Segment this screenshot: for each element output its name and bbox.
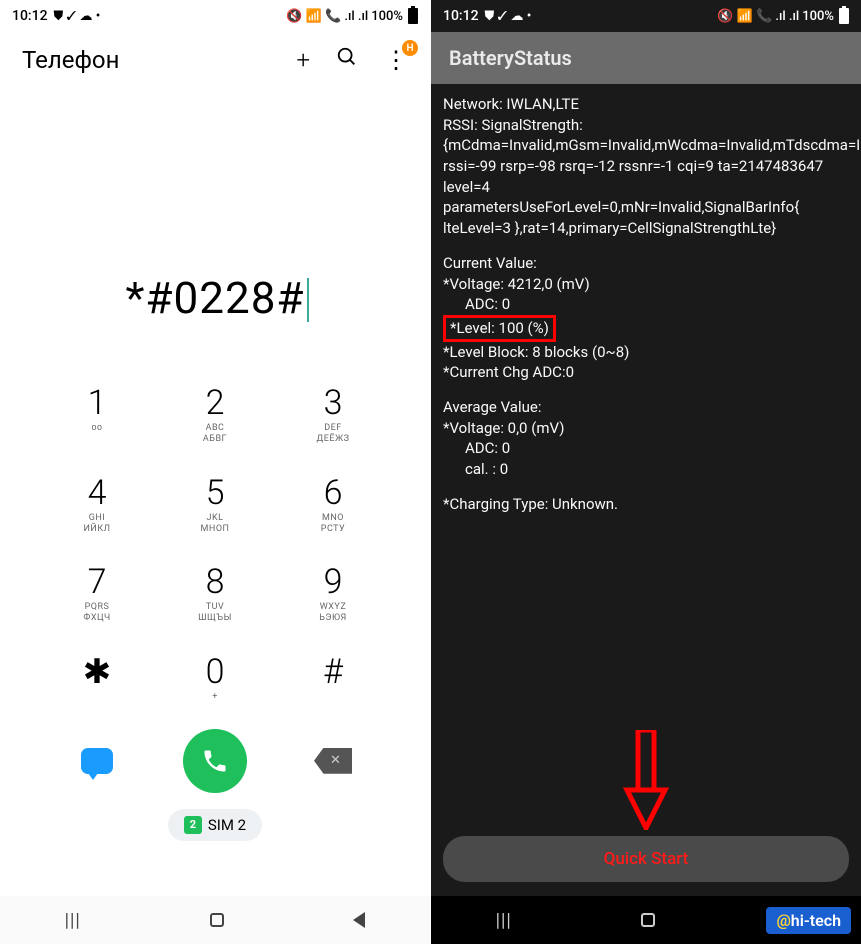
status-battery-pct: 100% — [802, 9, 834, 24]
adc-line: ADC: 0 — [443, 294, 849, 315]
current-value-header: Current Value: — [443, 253, 849, 274]
sim-label: SIM 2 — [208, 816, 246, 834]
nav-back-icon[interactable] — [353, 912, 365, 928]
key-1[interactable]: 1ᴏᴏ — [38, 380, 156, 452]
nav-recent-icon[interactable]: ||| — [65, 910, 81, 931]
chg-adc-line: *Current Chg ADC:0 — [443, 362, 849, 383]
phone-dialer-screen: 10:12 ⛊ ✓ ☁ • 🔇 📶 📞 .ıl .ıl 100% Телефон… — [0, 0, 430, 944]
status-battery-pct: 100% — [371, 9, 403, 24]
call-button[interactable] — [183, 729, 247, 793]
charging-type-line: *Charging Type: Unknown. — [443, 494, 849, 515]
key-7[interactable]: 7PQRS ФХЦЧ — [38, 559, 156, 631]
average-value-header: Average Value: — [443, 397, 849, 418]
status-bar: 10:12 ⛊ ✓ ☁ • 🔇 📶 📞 .ıl .ıl 100% — [431, 0, 861, 32]
message-icon[interactable] — [81, 748, 113, 774]
nav-home-icon[interactable] — [641, 913, 655, 927]
network-line: Network: IWLAN,LTE — [443, 94, 849, 115]
key-6[interactable]: 6MNO РСТУ — [274, 470, 392, 542]
screen-title: BatteryStatus — [431, 32, 861, 84]
annotation-arrow-icon — [623, 730, 669, 834]
avg-adc-line: ADC: 0 — [443, 438, 849, 459]
battery-status-screen: 10:12 ⛊ ✓ ☁ • 🔇 📶 📞 .ıl .ıl 100% Battery… — [431, 0, 861, 944]
app-header: Телефон + ⋮ H — [0, 32, 430, 82]
key-0[interactable]: 0+ — [156, 649, 274, 709]
dialed-number[interactable]: *#0228# — [125, 272, 304, 324]
level-line-highlighted: *Level: 100 (%) — [443, 315, 556, 342]
watermark: @hi-tech — [766, 907, 851, 934]
sim-selector[interactable]: 2 SIM 2 — [168, 809, 262, 841]
key-4[interactable]: 4GHI ИЙКЛ — [38, 470, 156, 542]
battery-info-text: Network: IWLAN,LTE RSSI: SignalStrength:… — [431, 84, 861, 524]
more-icon[interactable]: ⋮ H — [384, 46, 408, 74]
nav-bar: ||| — [0, 896, 430, 944]
status-icons-right: 🔇 📶 📞 .ıl .ıl — [717, 9, 799, 24]
voltage-line: *Voltage: 4212,0 (mV) — [443, 274, 849, 295]
sim-badge: 2 — [184, 816, 202, 834]
quick-start-button[interactable]: Quick Start — [443, 836, 849, 882]
search-icon[interactable] — [336, 46, 358, 74]
battery-icon — [408, 8, 418, 24]
status-icons-right: 🔇 📶 📞 .ıl .ıl — [286, 9, 368, 24]
key-2[interactable]: 2ABC АБВГ — [156, 380, 274, 452]
level-block-line: *Level Block: 8 blocks (0~8) — [443, 342, 849, 363]
key-8[interactable]: 8TUV ШЩЪЫ — [156, 559, 274, 631]
key-3[interactable]: 3DEF ДЕЁЖЗ — [274, 380, 392, 452]
status-time: 10:12 — [12, 8, 48, 24]
backspace-icon[interactable] — [314, 748, 352, 774]
avg-voltage-line: *Voltage: 0,0 (mV) — [443, 418, 849, 439]
status-icons-left: ⛊ ✓ ☁ • — [54, 9, 101, 24]
battery-icon — [839, 8, 849, 24]
nav-recent-icon[interactable]: ||| — [496, 910, 512, 931]
dial-keypad: 1ᴏᴏ 2ABC АБВГ 3DEF ДЕЁЖЗ 4GHI ИЙКЛ 5JKL … — [0, 380, 430, 709]
key-star[interactable]: ✱ — [38, 649, 156, 709]
key-9[interactable]: 9WXYZ ЬЭЮЯ — [274, 559, 392, 631]
notification-badge: H — [402, 40, 418, 56]
app-title: Телефон — [22, 46, 119, 74]
status-bar: 10:12 ⛊ ✓ ☁ • 🔇 📶 📞 .ıl .ıl 100% — [0, 0, 430, 32]
cal-line: cal. : 0 — [443, 459, 849, 480]
key-hash[interactable]: # — [274, 649, 392, 709]
watermark-brand: hi-tech — [791, 911, 841, 930]
status-time: 10:12 — [443, 8, 479, 24]
nav-home-icon[interactable] — [210, 913, 224, 927]
rssi-line: RSSI: SignalStrength:{mCdma=Invalid,mGsm… — [443, 115, 849, 239]
watermark-at: @ — [776, 911, 790, 930]
status-icons-left: ⛊ ✓ ☁ • — [485, 9, 532, 24]
key-5[interactable]: 5JKL МНОП — [156, 470, 274, 542]
add-icon[interactable]: + — [296, 46, 310, 74]
